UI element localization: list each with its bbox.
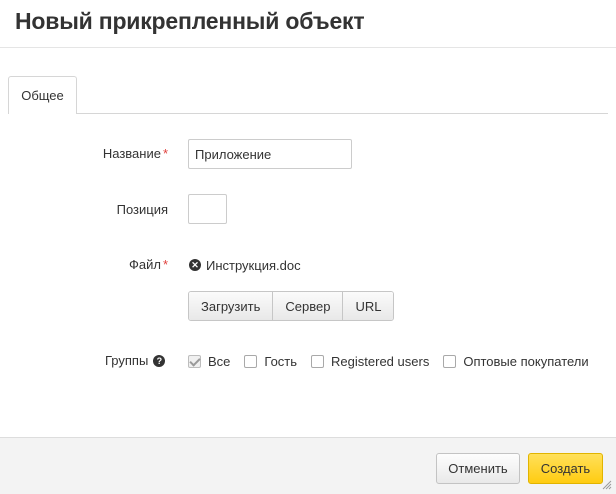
cancel-button[interactable]: Отменить xyxy=(436,453,520,484)
help-icon[interactable]: ? xyxy=(153,354,166,367)
group-wholesale-checkbox[interactable]: Оптовые покупатели xyxy=(443,354,589,369)
group-guest-checkbox[interactable]: Гость xyxy=(244,354,297,369)
checkbox[interactable] xyxy=(443,354,457,368)
url-button[interactable]: URL xyxy=(343,292,394,320)
tab-general[interactable]: Общее xyxy=(8,76,77,114)
create-button[interactable]: Создать xyxy=(528,453,603,484)
group-registered-checkbox[interactable]: Registered users xyxy=(311,354,429,369)
checkbox[interactable] xyxy=(311,354,325,368)
file-source-buttons: Загрузить Сервер URL xyxy=(188,291,395,321)
groups-checkboxes: Все Гость Registered users Оптовые покуп… xyxy=(188,353,589,369)
name-input[interactable] xyxy=(188,139,352,169)
dialog-title: Новый прикрепленный объект xyxy=(15,8,365,34)
position-label: Позиция xyxy=(116,202,168,217)
groups-label: Группы ? xyxy=(105,353,166,368)
checkbox-checked[interactable] xyxy=(188,354,201,368)
server-button[interactable]: Сервер xyxy=(273,292,344,320)
required-star: * xyxy=(162,257,168,272)
checkbox[interactable] xyxy=(244,354,258,368)
group-all-checkbox[interactable]: Все xyxy=(188,354,230,369)
tab-general-label: Общее xyxy=(21,88,64,103)
file-label: Файл * xyxy=(128,257,168,272)
title-divider xyxy=(0,47,616,48)
attached-file: ✕ Инструкция.doc xyxy=(189,256,301,274)
file-name: Инструкция.doc xyxy=(206,257,301,273)
upload-button[interactable]: Загрузить xyxy=(189,292,274,320)
remove-file-icon[interactable]: ✕ xyxy=(189,259,201,271)
position-input[interactable] xyxy=(188,194,227,224)
required-star: * xyxy=(162,146,168,161)
dialog-footer: Отменить Создать xyxy=(0,437,616,494)
tab-bar-line xyxy=(8,113,608,114)
resize-handle-icon[interactable] xyxy=(602,480,612,490)
name-label: Название * xyxy=(102,146,168,161)
